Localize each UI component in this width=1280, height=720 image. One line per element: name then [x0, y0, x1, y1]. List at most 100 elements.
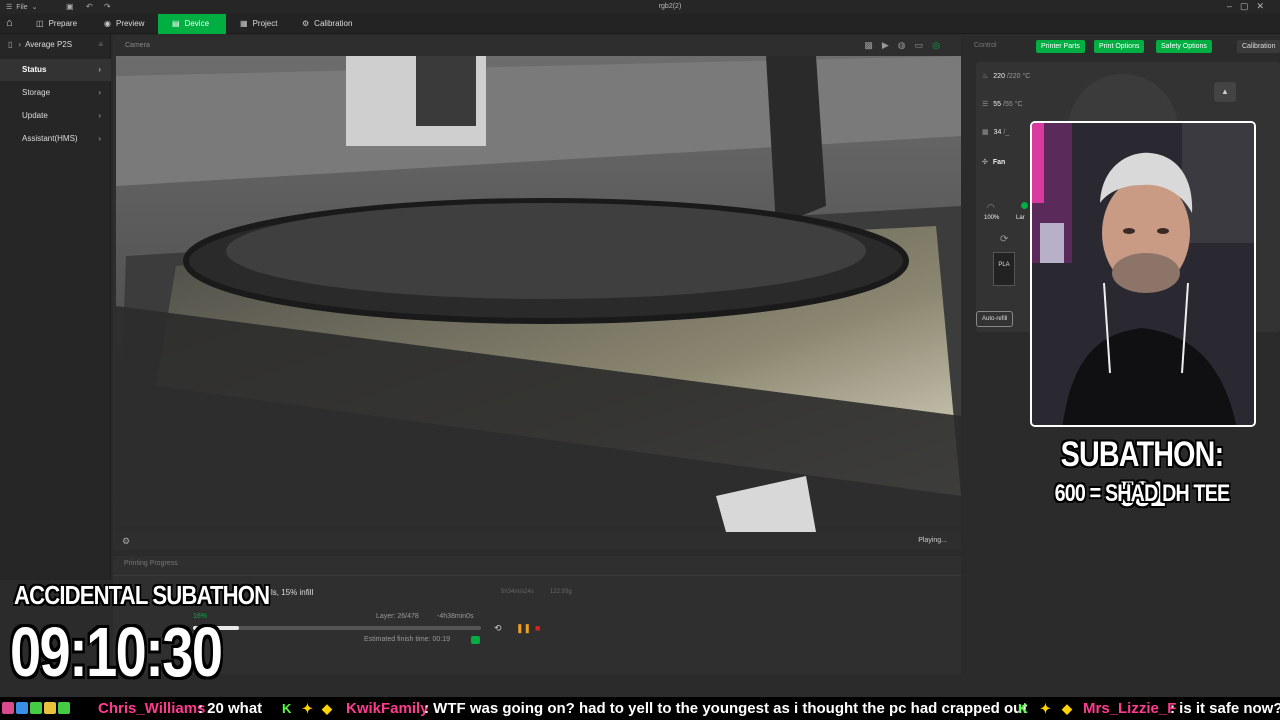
home-icon[interactable]: ⌂ — [6, 17, 18, 29]
bed-temp[interactable]: ☰ 55 /55 °C — [982, 100, 1023, 108]
subathon-goal: 600 = SHAD DH TEE — [1054, 480, 1231, 507]
undo-icon[interactable]: ↶ — [86, 2, 93, 11]
chat-user: Mrs_Lizzie_F — [1083, 700, 1177, 717]
chamber-temp[interactable]: ▦ 34 /_ — [982, 128, 1009, 136]
pause-icon[interactable]: ❚❚ — [516, 623, 531, 634]
sidebar-item-storage[interactable]: Storage › — [0, 82, 111, 104]
monitor-icon[interactable]: ▭ — [915, 40, 933, 50]
project-icon: ▦ — [240, 19, 248, 28]
cube-icon: ◫ — [36, 19, 44, 28]
chamber-icon: ▦ — [982, 129, 989, 136]
filament-slot[interactable]: PLA — [993, 252, 1015, 286]
close-icon[interactable]: ✕ — [1256, 1, 1272, 11]
save-icon[interactable]: ▣ — [66, 2, 74, 11]
chevron-right-icon: › — [98, 111, 101, 120]
nozzle-temp-unit: °C — [1022, 73, 1031, 80]
printer-name: Average P2S — [25, 40, 73, 49]
window-controls: –▢✕ — [1227, 1, 1272, 12]
fan-icon: ✣ — [982, 159, 988, 166]
safety-options-button[interactable]: Safety Options — [1156, 40, 1212, 53]
tab-calibration[interactable]: ⚙ Calibration — [294, 14, 370, 34]
tab-device[interactable]: ▤ Device — [158, 14, 226, 34]
chat-user: Chris_Williams — [98, 700, 206, 717]
refresh-icon[interactable]: ⟲ — [494, 623, 502, 634]
print-options-button[interactable]: Print Options — [1094, 40, 1145, 53]
tab-prepare-label: Prepare — [48, 19, 78, 28]
fan-section: ✣ Fan — [982, 158, 1005, 166]
control-label: Control — [974, 42, 997, 49]
sparkle-icon: ✦ — [1040, 701, 1051, 716]
camera-feed — [116, 56, 961, 532]
chevron-right-icon: › — [98, 88, 101, 97]
diamond-icon: ◆ — [1062, 701, 1072, 716]
camera-footer: ⚙ Playing... — [113, 533, 961, 550]
device-sidebar: ▯ › Average P2S ≡ Status › Storage › Update ›… — [0, 34, 111, 580]
tab-preview-label: Preview — [115, 19, 145, 28]
job-time: 5h34min24s — [501, 589, 534, 595]
sidebar-chevron-icon: › — [18, 40, 22, 49]
sparkle-icon: ✦ — [302, 701, 313, 716]
list-menu-icon[interactable]: ≡ — [98, 34, 103, 56]
device-icon: ▤ — [172, 19, 180, 28]
streamer-video — [1032, 123, 1254, 425]
printer-parts-button[interactable]: Printer Parts — [1036, 40, 1085, 53]
job-weight: 122.93g — [550, 589, 572, 595]
time-remaining: -4h38min0s — [437, 613, 474, 620]
badge-icon — [2, 702, 14, 715]
finish-badge — [471, 636, 480, 644]
subathon-timer: 09:10:30 — [10, 613, 223, 691]
k-emote-icon: K — [1018, 701, 1028, 716]
file-menu[interactable]: ☰ File ⌄ — [6, 3, 41, 11]
refresh-filament-icon[interactable]: ⟳ — [1000, 234, 1008, 245]
window-title: rgb2(2) — [658, 3, 682, 10]
sidebar-item-status[interactable]: Status › — [0, 59, 111, 81]
nozzle-icon: ♨ — [982, 73, 989, 80]
video-icon[interactable]: ▶ — [882, 40, 898, 50]
nozzle-temp[interactable]: ♨ 220 /220 °C — [982, 72, 1030, 80]
title-bar: ☰ File ⌄ ▣ ↶ ↷ rgb2(2) –▢✕ — [0, 0, 1280, 14]
chat-message: : WTF was going on? had to yell to the y… — [424, 700, 1028, 717]
sidebar-item-assistant[interactable]: Assistant(HMS) › — [0, 128, 111, 150]
nozzle-temp-target: /220 — [1006, 73, 1021, 80]
calibration-button[interactable]: Calibration — [1237, 40, 1280, 53]
printer-selector[interactable]: ▯ › Average P2S ≡ — [0, 34, 111, 56]
sidebar-item-update[interactable]: Update › — [0, 105, 111, 127]
chat-message: : is it safe now? — [1170, 700, 1280, 717]
camera-settings-icon[interactable]: ⚙ — [122, 536, 130, 547]
tab-preview[interactable]: ◉ Preview — [96, 14, 160, 34]
redo-icon[interactable]: ↷ — [104, 2, 111, 11]
chamber-temp-target: /_ — [1003, 129, 1010, 136]
stop-icon[interactable]: ■ — [535, 623, 540, 633]
chat-ticker: Chris_Williams : 20 what K ✦ ◆ KwikFamil… — [0, 697, 1280, 720]
estimated-finish: Estimated finish time: 00:19 — [364, 636, 450, 643]
printing-progress-panel: Printing Progress walls, 15% infill 5h34… — [113, 556, 961, 674]
fan-sub-label: Lar — [1016, 215, 1025, 221]
tab-calibration-label: Calibration — [314, 19, 353, 28]
file-menu-label: File — [16, 4, 28, 11]
webcam-overlay — [1030, 121, 1256, 427]
tab-project[interactable]: ▦ Project — [232, 14, 292, 34]
chevron-right-icon: › — [98, 134, 101, 143]
minimize-icon[interactable]: – — [1227, 1, 1240, 11]
live-status-icon[interactable]: ◎ — [932, 40, 949, 50]
maximize-icon[interactable]: ▢ — [1240, 1, 1257, 11]
record-icon[interactable]: ◍ — [898, 40, 915, 50]
bed-temp-target: /55 — [1003, 101, 1013, 108]
timelapse-icon[interactable]: ▩ — [864, 40, 882, 50]
layer-count: Layer: 26/478 — [376, 613, 419, 620]
chevron-down-icon: ⌄ — [31, 4, 38, 11]
fan-speed: 100% — [984, 215, 1000, 221]
camera-label: Camera — [125, 42, 150, 49]
z-up-button[interactable]: ▲ — [1214, 82, 1236, 102]
sidebar-item-label: Status — [22, 65, 47, 74]
k-emote-icon: K — [282, 701, 292, 716]
nozzle-temp-value: 220 — [993, 73, 1005, 80]
tab-project-label: Project — [252, 19, 278, 28]
bed-temp-unit: °C — [1014, 101, 1023, 108]
auto-refill-button[interactable]: Auto-refill — [976, 311, 1014, 327]
fan-status-dot — [1021, 202, 1028, 209]
badge-icon — [58, 702, 70, 715]
camera-toolbar: ▩▶◍▭◎ — [864, 40, 949, 51]
accidental-subathon-label: ACCIDENTAL SUBATHON — [14, 580, 270, 610]
tab-prepare[interactable]: ◫ Prepare — [28, 14, 92, 34]
